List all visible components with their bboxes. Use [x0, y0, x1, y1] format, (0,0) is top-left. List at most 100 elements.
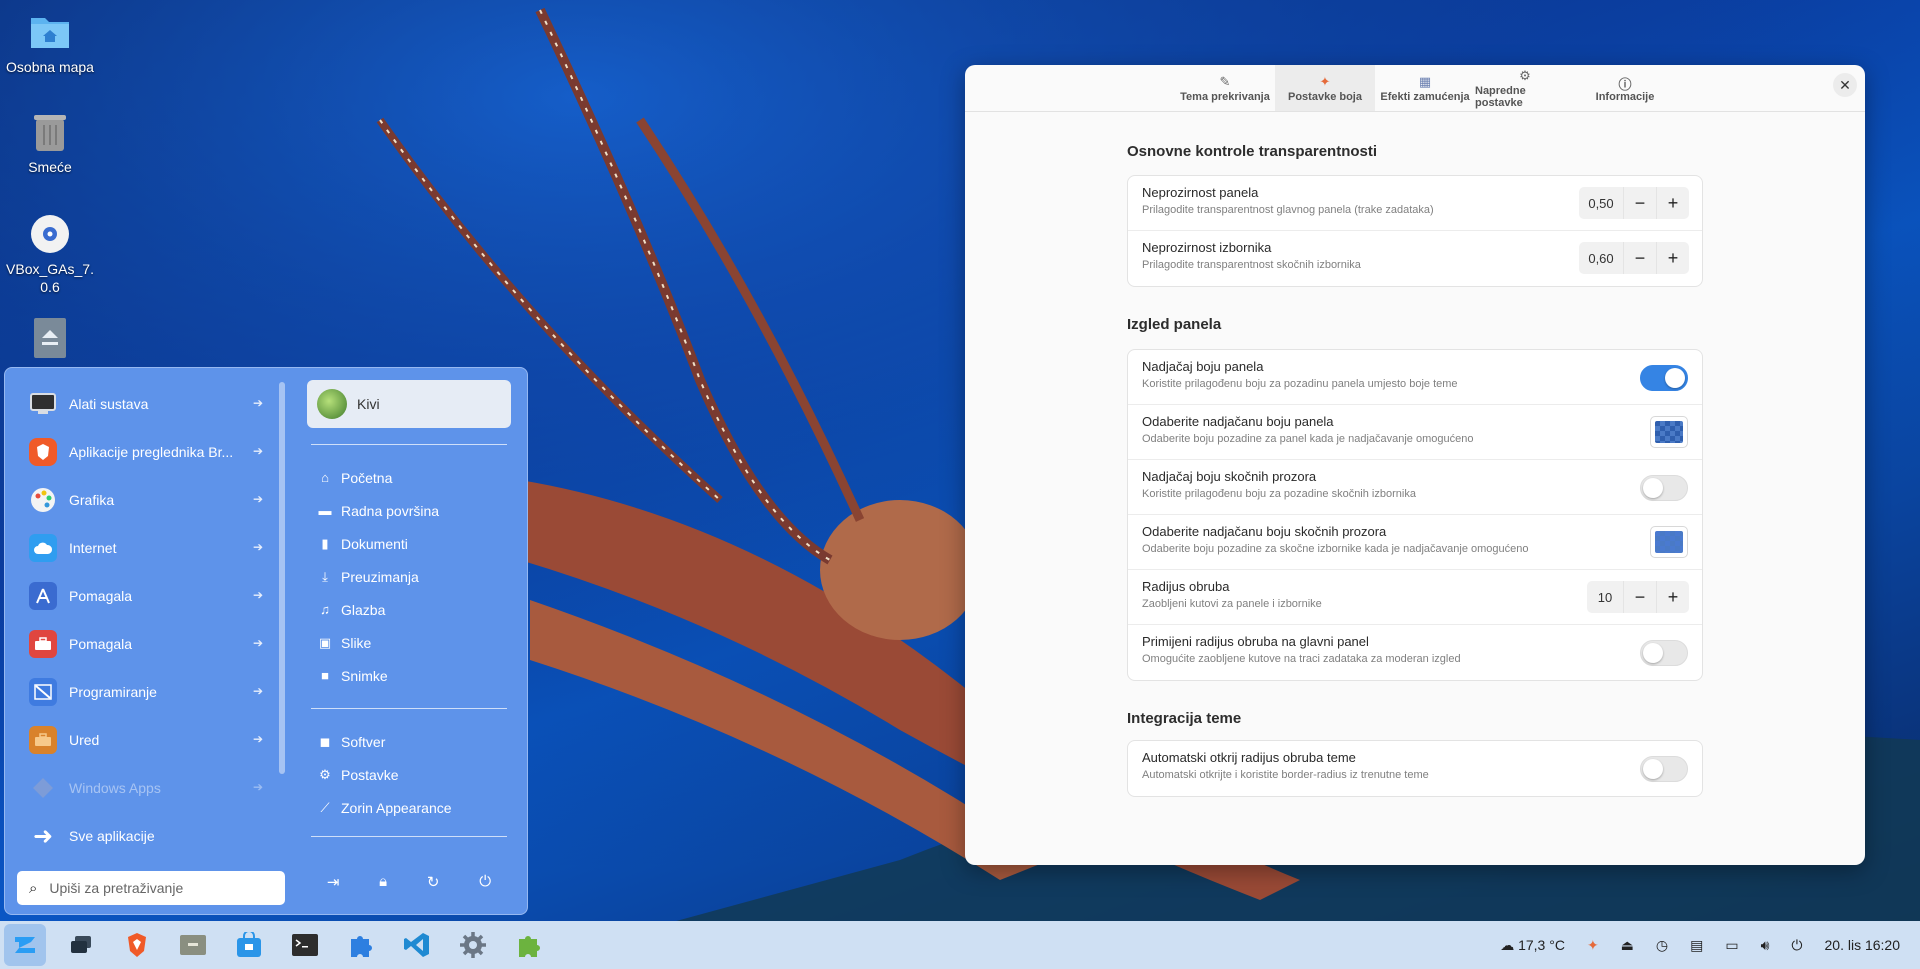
place-videos[interactable]: ■ Snimke — [307, 659, 511, 692]
menu-opacity-spinner: 0,60 − + — [1579, 242, 1689, 274]
power-icon[interactable]: ⏻ — [479, 873, 491, 891]
briefcase-icon — [29, 726, 57, 754]
taskbar-extension-manager[interactable] — [508, 924, 550, 966]
category-accessories[interactable]: Pomagala ➔ — [19, 572, 271, 620]
place-home[interactable]: ⌂ Početna — [307, 461, 511, 494]
desktop-icon-eject[interactable] — [0, 316, 100, 364]
category-brave-apps[interactable]: Aplikacije preglednika Br... ➔ — [19, 428, 271, 476]
desktop-icon-vbox[interactable]: VBox_GAs_7. 0.6 — [0, 212, 100, 296]
restart-icon[interactable]: ↻ — [427, 873, 440, 891]
decrement-button[interactable]: − — [1623, 187, 1656, 219]
info-icon: ⓘ — [1618, 76, 1632, 92]
gear-icon: ⚙ — [319, 766, 331, 782]
brave-icon — [29, 438, 57, 466]
tab-color-settings[interactable]: ✦ Postavke boja — [1275, 65, 1375, 111]
desktop-icon-home[interactable]: Osobna mapa — [0, 10, 100, 76]
setting-panel-color: Odaberite nadjačanu boju panela Odaberit… — [1128, 405, 1702, 460]
spinner-value[interactable]: 0,50 — [1579, 187, 1623, 219]
lock-icon[interactable]: 🔒︎ — [379, 873, 387, 891]
increment-button[interactable]: + — [1656, 581, 1689, 613]
color-icon[interactable]: ✦ — [1587, 937, 1599, 954]
cloud-icon — [29, 534, 57, 562]
setting-subtitle: Automatski otkrijte i koristite border-r… — [1142, 769, 1429, 781]
category-windows-apps[interactable]: Windows Apps ➔ — [19, 764, 271, 812]
category-system-tools[interactable]: Alati sustava ➔ — [19, 380, 271, 428]
chevron-right-icon: ➔ — [252, 780, 263, 794]
app-software[interactable]: ◼ Softver — [307, 725, 511, 758]
app-settings[interactable]: ⚙ Postavke — [307, 758, 511, 791]
taskbar-software[interactable] — [228, 924, 270, 966]
clock-datetime[interactable]: 20. lis 16:20 — [1825, 937, 1901, 953]
override-popup-color-toggle[interactable] — [1640, 475, 1688, 501]
place-pictures[interactable]: ▣ Slike — [307, 626, 511, 659]
place-documents[interactable]: ▮ Dokumenti — [307, 527, 511, 560]
increment-button[interactable]: + — [1656, 187, 1689, 219]
category-utilities[interactable]: Pomagala ➔ — [19, 620, 271, 668]
weather-indicator[interactable]: ☁ 17,3 °C — [1500, 937, 1565, 954]
app-zorin-appearance[interactable]: ⟋ Zorin Appearance — [307, 791, 511, 824]
decrement-button[interactable]: − — [1623, 581, 1656, 613]
display-icon[interactable]: ▭ — [1725, 937, 1738, 954]
panel-opacity-spinner: 0,50 − + — [1579, 187, 1689, 219]
category-scrollbar[interactable] — [279, 382, 285, 774]
setting-override-panel-color: Nadjačaj boju panela Koristite prilagođe… — [1128, 350, 1702, 405]
taskbar-brave[interactable] — [116, 924, 158, 966]
category-label: Pomagala — [69, 588, 133, 604]
taskbar-extensions[interactable] — [340, 924, 382, 966]
appearance-icon: ⟋ — [320, 799, 330, 815]
user-card[interactable]: Kivi — [307, 380, 511, 428]
category-label: Alati sustava — [69, 396, 149, 412]
category-programming[interactable]: Programiranje ➔ — [19, 668, 271, 716]
category-graphics[interactable]: Grafika ➔ — [19, 476, 271, 524]
setting-override-popup-color: Nadjačaj boju skočnih prozora Koristite … — [1128, 460, 1702, 515]
tab-label: Napredne postavke — [1475, 84, 1526, 109]
close-button[interactable]: ✕ — [1833, 73, 1857, 97]
volume-icon[interactable]: 🔊︎ — [1761, 937, 1770, 954]
eject-icon[interactable]: ⏏ — [1621, 937, 1634, 954]
desktop-icon-trash[interactable]: Smeće — [0, 110, 100, 176]
spinner-value[interactable]: 10 — [1587, 581, 1623, 613]
category-office[interactable]: Ured ➔ — [19, 716, 271, 764]
tab-info[interactable]: ⓘ Informacije — [1575, 65, 1675, 111]
avatar — [317, 389, 347, 419]
override-panel-color-toggle[interactable] — [1640, 365, 1688, 391]
power-icon[interactable]: ⏻ — [1791, 937, 1802, 954]
section-title: Osnovne kontrole transparentnosti — [1127, 143, 1378, 160]
tab-label: Tema prekrivanja — [1180, 90, 1270, 103]
tab-overlay-theme[interactable]: ✎ Tema prekrivanja — [1175, 65, 1275, 111]
settings-card: Neprozirnost panela Prilagodite transpar… — [1127, 175, 1703, 287]
taskbar-settings[interactable] — [452, 924, 494, 966]
category-label: Windows Apps — [69, 780, 161, 796]
monitor-icon — [29, 390, 57, 418]
popup-color-button[interactable] — [1650, 526, 1688, 558]
taskbar-files[interactable] — [172, 924, 214, 966]
vscode-icon — [404, 933, 429, 957]
taskbar-vscode[interactable] — [396, 924, 438, 966]
search-input[interactable]: ⌕ Upiši za pretraživanje — [17, 871, 285, 905]
compass-icon — [29, 582, 57, 610]
place-music[interactable]: ♫ Glazba — [307, 593, 511, 626]
place-downloads[interactable]: ⤓ Preuzimanja — [307, 560, 511, 593]
panel-color-button[interactable] — [1650, 416, 1688, 448]
spinner-value[interactable]: 0,60 — [1579, 242, 1623, 274]
clock-icon[interactable]: ◷ — [1656, 937, 1668, 954]
auto-detect-radius-toggle[interactable] — [1640, 756, 1688, 782]
tab-blur-effects[interactable]: ▦ Efekti zamućenja — [1375, 65, 1475, 111]
clipboard-icon[interactable]: ▤ — [1690, 937, 1703, 954]
tab-advanced[interactable]: ⚙ Napredne postavke — [1475, 65, 1575, 111]
increment-button[interactable]: + — [1656, 242, 1689, 274]
place-label: Softver — [341, 733, 386, 750]
taskbar-workspaces[interactable] — [60, 924, 102, 966]
place-desktop[interactable]: ▬ Radna površina — [307, 494, 511, 527]
decrement-button[interactable]: − — [1623, 242, 1656, 274]
color-icon: ✦ — [1319, 73, 1331, 89]
setting-title: Nadjačaj boju skočnih prozora — [1142, 469, 1317, 484]
apply-radius-panel-toggle[interactable] — [1640, 640, 1688, 666]
taskbar-terminal[interactable] — [284, 924, 326, 966]
all-apps-button[interactable]: ➜ Sve aplikacije — [19, 812, 271, 860]
category-internet[interactable]: Internet ➔ — [19, 524, 271, 572]
zorin-menu-button[interactable] — [4, 924, 46, 966]
setting-title: Automatski otkrij radijus obruba teme — [1142, 750, 1356, 765]
tab-label: Informacije — [1595, 90, 1655, 103]
logout-icon[interactable]: ⇥ — [327, 873, 340, 891]
